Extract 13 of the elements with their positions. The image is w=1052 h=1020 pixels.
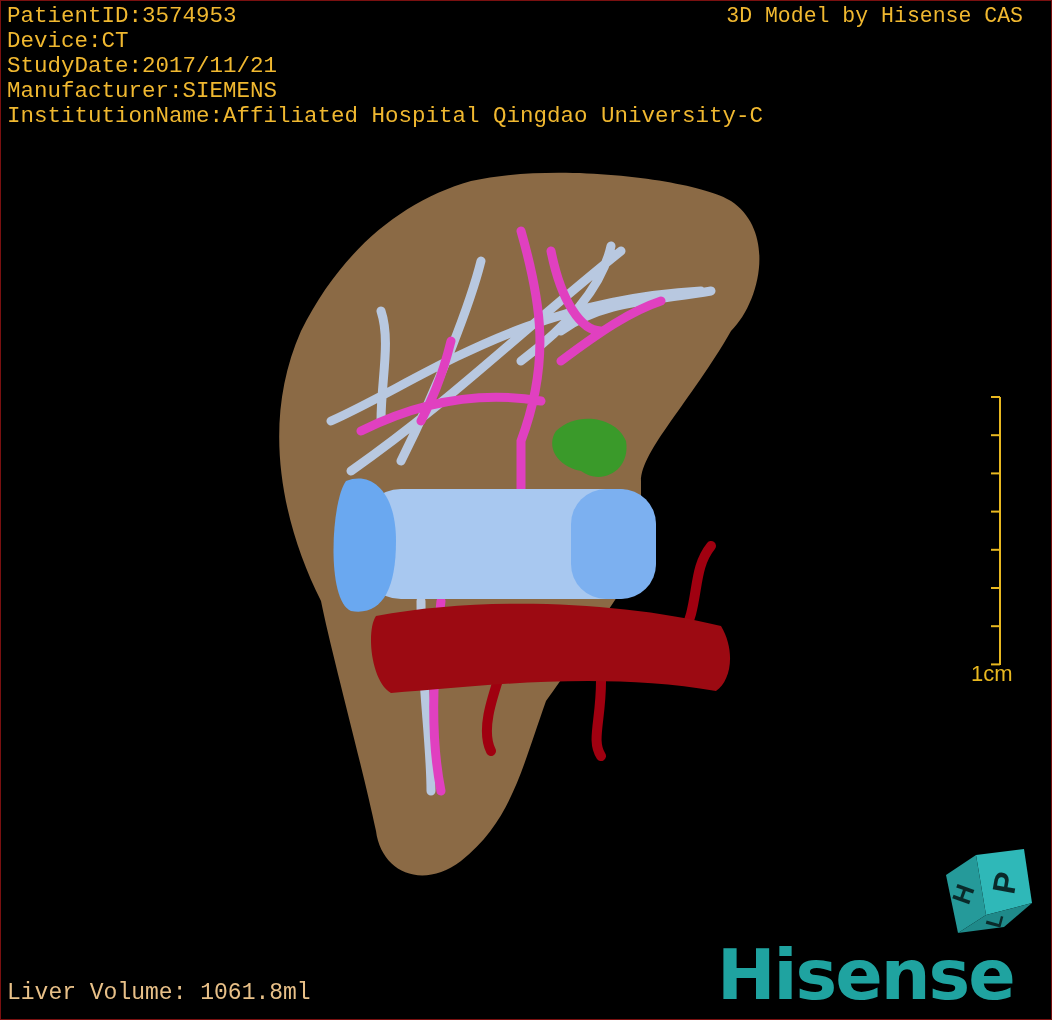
liver-volume-text: Liver Volume: 1061.8ml (7, 979, 311, 1007)
brand-logo: Hisense (717, 933, 1014, 1017)
scale-label: 1cm (971, 661, 1013, 687)
cube-face-label: L (980, 910, 1009, 931)
study-info-text: InstitutionName:Affiliated Hospital Qingdao University-C (7, 104, 764, 129)
credit-text: 3D Model by Hisense CAS (726, 4, 1023, 29)
cube-face-label: P (985, 869, 1025, 897)
orientation-cube[interactable] (946, 849, 1032, 933)
study-info-text: StudyDate:2017/11/21 (7, 54, 278, 79)
study-info-text: Manufacturer:SIEMENS (7, 79, 278, 104)
study-info-text: Device:CT (7, 29, 129, 54)
study-info-text: PatientID:3574953 (7, 4, 237, 29)
cube-face-label: H (945, 880, 981, 908)
